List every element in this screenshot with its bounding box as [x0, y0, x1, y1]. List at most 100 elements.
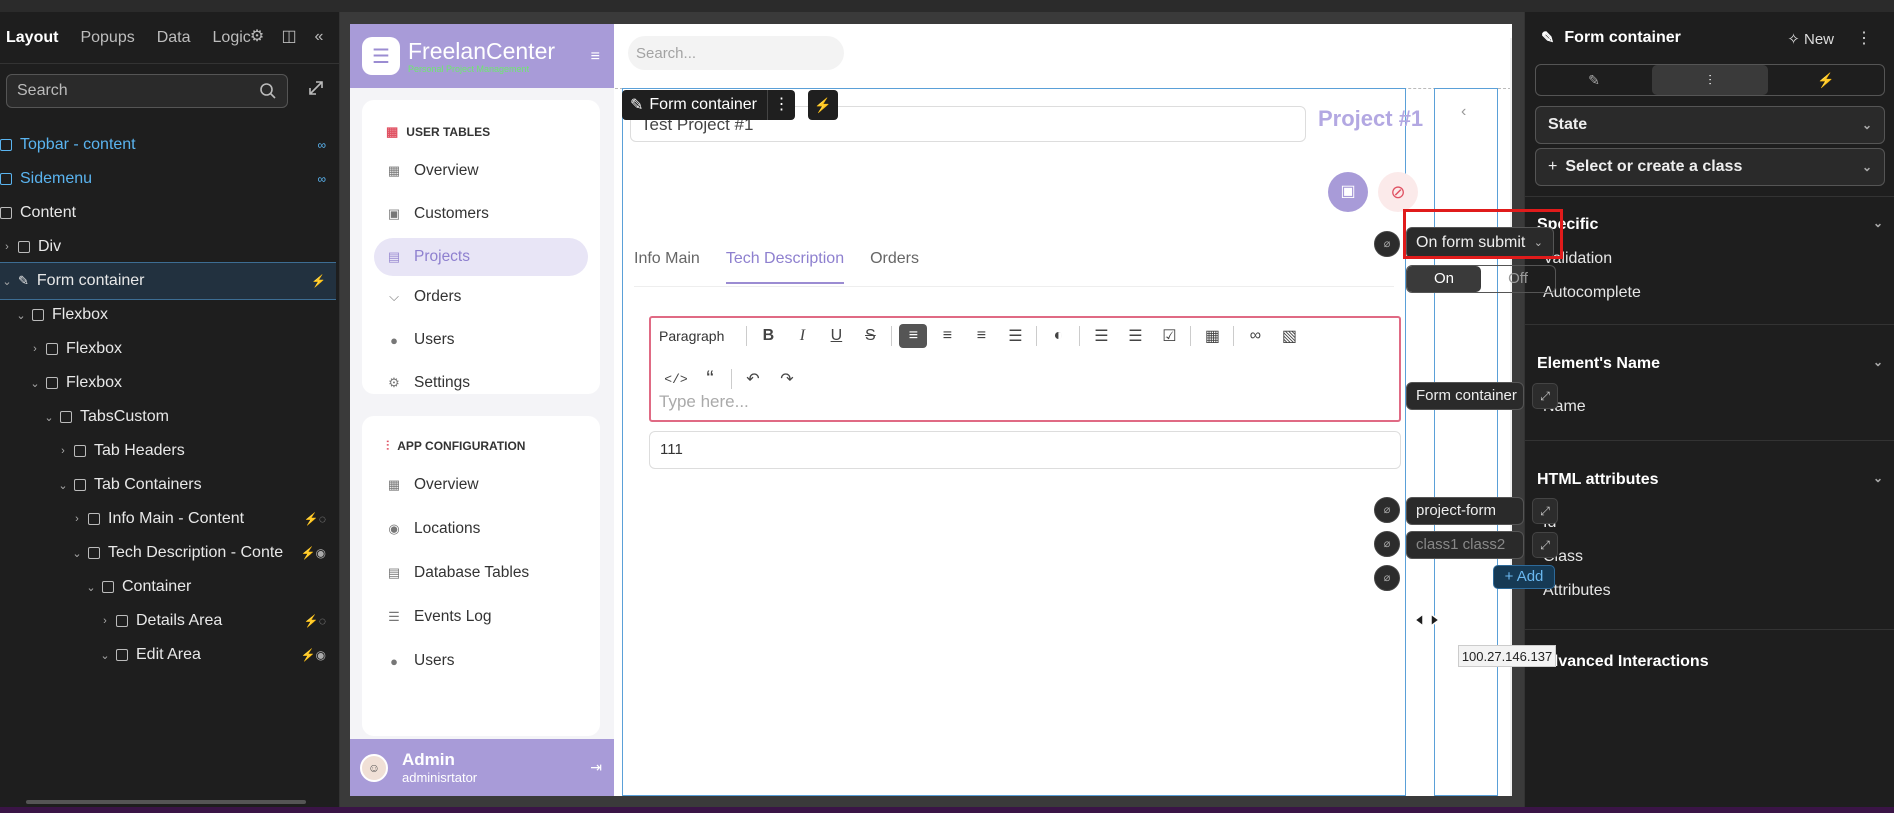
chevron-down-icon[interactable]: ⌄: [98, 649, 112, 662]
chevron-right-icon[interactable]: ›: [70, 513, 84, 525]
chevron-right-icon[interactable]: ›: [98, 615, 112, 627]
numbered-list-icon[interactable]: ☰: [1118, 326, 1152, 346]
chevron-right-icon[interactable]: ›: [0, 241, 14, 253]
tab-info-main[interactable]: Info Main: [634, 250, 700, 284]
image-icon[interactable]: ▧: [1272, 326, 1306, 346]
tree-item-sidemenu[interactable]: Sidemenu ∞: [0, 160, 336, 198]
tree-item-tab-headers[interactable]: › Tab Headers: [0, 432, 336, 470]
align-center-icon[interactable]: ≡: [930, 327, 964, 345]
style-pencil-icon[interactable]: ✎: [1536, 65, 1652, 95]
tab-layout[interactable]: Layout: [6, 29, 58, 47]
chevron-down-icon[interactable]: ⌄: [28, 377, 42, 390]
tree-item-flexbox[interactable]: ⌄ Flexbox: [0, 296, 336, 334]
autocomplete-off[interactable]: Off: [1481, 266, 1555, 292]
chevron-down-icon[interactable]: ⌄: [14, 309, 28, 322]
tree-item-tech-description[interactable]: ⌄ Tech Description - Conte ⚡◉: [0, 534, 336, 572]
more-options-icon[interactable]: ⋮: [1856, 28, 1872, 48]
nav-config-users[interactable]: ● Users: [374, 642, 588, 680]
nav-events-log[interactable]: ☰ Events Log: [374, 598, 588, 636]
tree-item-content[interactable]: Content: [0, 194, 336, 232]
editor-placeholder[interactable]: Type here...: [659, 392, 749, 412]
chevron-down-icon[interactable]: ⌄: [70, 547, 84, 560]
interactions-lightning-icon[interactable]: ⚡: [1768, 65, 1884, 95]
vertical-scrollbar[interactable]: [1510, 38, 1512, 796]
nav-projects[interactable]: ▤ Projects: [374, 238, 588, 276]
tab-popups[interactable]: Popups: [80, 29, 134, 47]
nav-customers[interactable]: ▣ Customers: [374, 195, 588, 233]
tree-item-form-container[interactable]: ⌄ ✎ Form container ⚡: [0, 262, 336, 300]
eye-icon[interactable]: ⚡◉: [300, 546, 326, 560]
nav-locations[interactable]: ◉ Locations: [374, 510, 588, 548]
bullet-list-icon[interactable]: ☰: [1084, 326, 1118, 346]
chevron-down-icon[interactable]: ⌄: [42, 411, 56, 424]
redo-icon[interactable]: ↷: [770, 369, 804, 389]
quote-icon[interactable]: “: [693, 366, 727, 392]
hidden-eye-icon[interactable]: ⚡◌: [304, 512, 326, 526]
class-input[interactable]: class1 class2: [1406, 531, 1524, 559]
advanced-interactions-header[interactable]: Advanced Interactions: [1537, 653, 1709, 671]
strikethrough-icon[interactable]: S: [853, 327, 887, 345]
nav-orders[interactable]: ⌵ Orders: [374, 278, 588, 316]
state-dropdown[interactable]: State ⌄: [1535, 106, 1885, 144]
autocomplete-toggle[interactable]: On Off: [1406, 265, 1556, 293]
save-button[interactable]: ▣: [1328, 172, 1368, 212]
cancel-button[interactable]: ⊘: [1378, 172, 1418, 212]
element-name-section-header[interactable]: Element's Name ⌄: [1537, 355, 1883, 373]
expand-icon[interactable]: ⤢: [1532, 383, 1558, 409]
paragraph-dropdown[interactable]: Paragraph: [659, 328, 724, 344]
tree-item-edit-area[interactable]: ⌄ Edit Area ⚡◉: [0, 636, 336, 674]
tree-item-info-main[interactable]: › Info Main - Content ⚡◌: [0, 500, 336, 538]
underline-icon[interactable]: U: [819, 327, 853, 345]
unlink-icon[interactable]: ⌀: [1374, 231, 1400, 257]
chevron-left-icon[interactable]: ‹: [1461, 103, 1466, 121]
chevron-down-icon[interactable]: ⌄: [56, 479, 70, 492]
unlink-icon[interactable]: ⌀: [1374, 531, 1400, 557]
bold-icon[interactable]: B: [751, 327, 785, 345]
expand-icon[interactable]: ⤢: [1532, 532, 1558, 558]
chevron-down-icon[interactable]: ⌄: [84, 581, 98, 594]
tree-item-flexbox[interactable]: ⌄ Flexbox: [0, 364, 336, 402]
add-attribute-button[interactable]: + Add: [1493, 565, 1555, 589]
eye-icon[interactable]: ⚡◉: [301, 648, 326, 662]
name-input[interactable]: Form container: [1406, 382, 1524, 410]
layers-search[interactable]: [6, 74, 288, 108]
link-icon[interactable]: ∞: [1238, 327, 1272, 345]
tree-item-topbar[interactable]: Topbar - content ∞: [0, 126, 336, 164]
layers-search-input[interactable]: [17, 82, 247, 100]
settings-sliders-icon[interactable]: ⫶: [1652, 65, 1768, 95]
id-input[interactable]: project-form: [1406, 497, 1524, 525]
lightning-icon[interactable]: ⚡: [808, 90, 838, 120]
tree-item-div[interactable]: › Div: [0, 228, 336, 266]
bug-icon[interactable]: ⚙: [246, 26, 268, 48]
unlink-icon[interactable]: ⌀: [1374, 497, 1400, 523]
nav-overview[interactable]: ▦ Overview: [374, 152, 588, 190]
html-attributes-section-header[interactable]: HTML attributes ⌄: [1537, 471, 1883, 489]
rich-text-editor[interactable]: Paragraph B I U S ≡ ≡ ≡ ☰ ◐ ☰ ☰ ☑ ▦ ∞ ▧ …: [649, 316, 1401, 422]
element-toolbar-label[interactable]: ✎ Form container: [622, 90, 767, 120]
palette-icon[interactable]: ◐: [1041, 327, 1075, 345]
collapse-panel-icon[interactable]: «: [308, 26, 330, 48]
align-justify-icon[interactable]: ☰: [998, 326, 1032, 346]
tab-tech-description[interactable]: Tech Description: [725, 250, 845, 284]
checklist-icon[interactable]: ☑: [1152, 326, 1186, 346]
expand-icon[interactable]: ⤢: [1532, 498, 1558, 524]
align-right-icon[interactable]: ≡: [964, 327, 998, 345]
tree-item-container[interactable]: ⌄ Container: [0, 568, 336, 606]
tab-orders[interactable]: Orders: [870, 250, 919, 284]
more-options-icon[interactable]: ⋮: [767, 90, 795, 120]
app-search-input[interactable]: [628, 36, 844, 70]
autocomplete-on[interactable]: On: [1407, 266, 1481, 292]
split-view-icon[interactable]: ◫: [278, 26, 300, 48]
tree-item-tabscustom[interactable]: ⌄ TabsCustom: [0, 398, 336, 436]
code-icon[interactable]: </>: [659, 372, 693, 387]
expand-icon[interactable]: [306, 78, 326, 98]
table-icon[interactable]: ▦: [1195, 326, 1229, 346]
nav-config-overview[interactable]: ▦ Overview: [374, 466, 588, 504]
unlink-icon[interactable]: ⌀: [1374, 565, 1400, 591]
menu-icon[interactable]: ≡: [591, 48, 600, 66]
logout-icon[interactable]: ⇥: [590, 759, 602, 776]
chevron-right-icon[interactable]: ›: [56, 445, 70, 457]
tree-item-tab-containers[interactable]: ⌄ Tab Containers: [0, 466, 336, 504]
tree-item-details-area[interactable]: › Details Area ⚡◌: [0, 602, 336, 640]
nav-database-tables[interactable]: ▤ Database Tables: [374, 554, 588, 592]
